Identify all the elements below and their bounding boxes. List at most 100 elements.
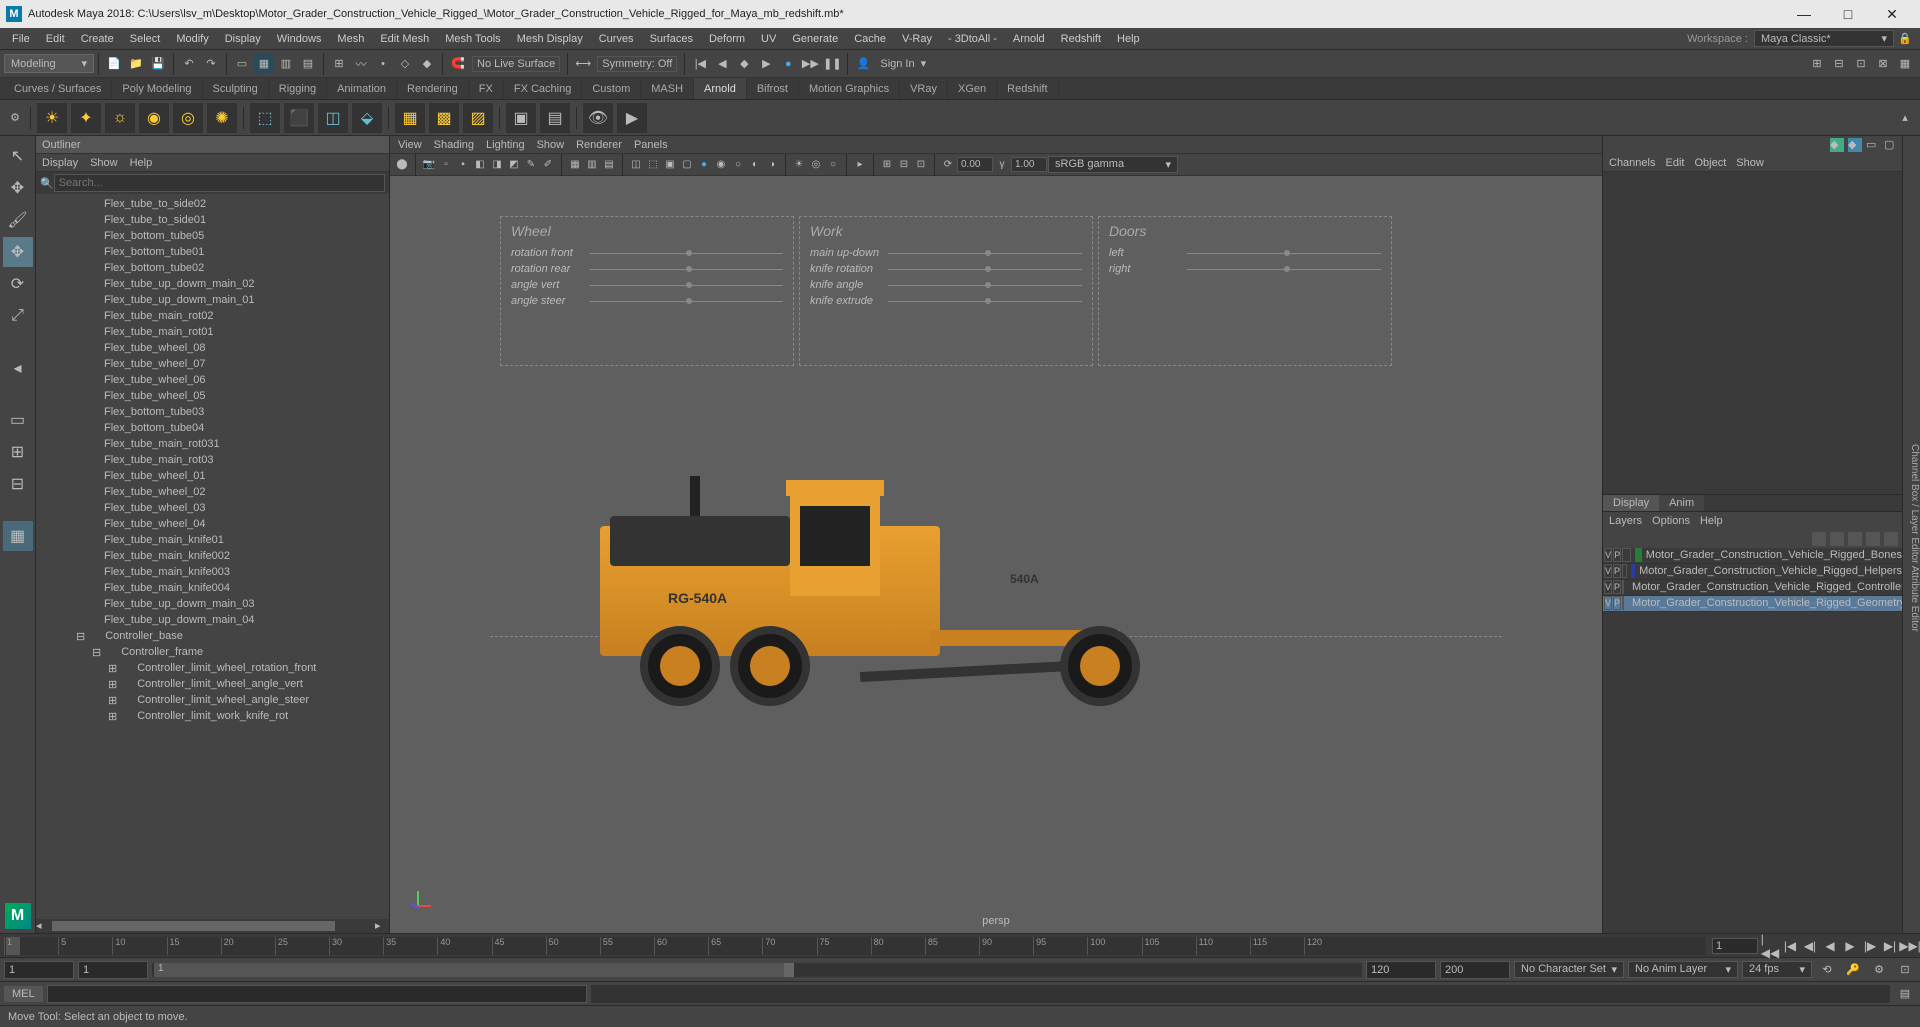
mesh-icon-4[interactable]: ⬙ (352, 103, 382, 133)
shelf-tab-vray[interactable]: VRay (900, 78, 948, 99)
tree-item[interactable]: Flex_tube_wheel_02 (36, 484, 389, 500)
layers-menu-options[interactable]: Options (1652, 515, 1690, 527)
playback-next-icon[interactable]: ▶ (756, 54, 776, 74)
command-input[interactable] (47, 985, 587, 1003)
step-fwd-button[interactable]: |▶ (1861, 937, 1879, 955)
ctrl-slider-rotation-rear[interactable]: rotation rear (511, 263, 783, 275)
tree-item[interactable]: Flex_tube_main_rot03 (36, 452, 389, 468)
tree-item[interactable]: ⊟Controller_frame (36, 644, 389, 660)
playback-rec-icon[interactable]: ● (778, 54, 798, 74)
playback-play-icon[interactable]: ▶▶ (800, 54, 820, 74)
range-slider[interactable]: 1 (152, 963, 1362, 977)
workspace-dropdown[interactable]: Maya Classic*▾ (1754, 30, 1894, 47)
time-slider[interactable]: 1510152025303540455055606570758085909510… (0, 933, 1920, 957)
maximize-button[interactable]: □ (1826, 0, 1870, 28)
menu-select[interactable]: Select (122, 33, 169, 45)
menu-create[interactable]: Create (73, 33, 122, 45)
ctrl-slider-right[interactable]: right (1109, 263, 1381, 275)
shelf-tab-fx[interactable]: FX (469, 78, 504, 99)
vp-ico-7[interactable]: ✎ (523, 157, 539, 173)
tree-item[interactable]: Flex_tube_up_dowm_main_03 (36, 596, 389, 612)
view-icon-1[interactable]: 👁 (583, 103, 613, 133)
shelf-tab-rigging[interactable]: Rigging (269, 78, 327, 99)
mesh-icon-3[interactable]: ◫ (318, 103, 348, 133)
layer-new-empty-icon[interactable] (1866, 532, 1880, 546)
fx-icon-2[interactable]: ▩ (429, 103, 459, 133)
outliner-menu-show[interactable]: Show (90, 157, 118, 169)
snap-plane-icon[interactable]: ◇ (395, 54, 415, 74)
symmetry-field[interactable]: Symmetry: Off (597, 56, 677, 72)
tree-item[interactable]: Flex_tube_to_side01 (36, 212, 389, 228)
vp-ico-19[interactable]: ◐ (747, 157, 763, 173)
step-back-button[interactable]: ◀| (1801, 937, 1819, 955)
menu-mesh-tools[interactable]: Mesh Tools (437, 33, 508, 45)
paint-tool-icon[interactable]: 🖌 (3, 205, 33, 235)
vp-ico-10[interactable]: ▥ (584, 157, 600, 173)
vp-ico-2[interactable]: ▫ (438, 157, 454, 173)
light-icon-3[interactable]: ☼ (105, 103, 135, 133)
render-icon-1[interactable]: ▣ (506, 103, 536, 133)
tree-item[interactable]: Flex_tube_wheel_03 (36, 500, 389, 516)
layout-four-icon[interactable]: ⊞ (3, 437, 33, 467)
vp-ico-27[interactable]: ⊡ (913, 157, 929, 173)
ctrl-slider-angle-vert[interactable]: angle vert (511, 279, 783, 291)
layer-move-top-icon[interactable] (1848, 532, 1862, 546)
ctrl-slider-knife-extrude[interactable]: knife extrude (810, 295, 1082, 307)
tree-item[interactable]: Flex_tube_up_dowm_main_04 (36, 612, 389, 628)
layer-move-up-icon[interactable] (1812, 532, 1826, 546)
cb-icon-1[interactable]: ◆ (1830, 138, 1844, 152)
tree-item[interactable]: Flex_tube_main_rot02 (36, 308, 389, 324)
tree-item[interactable]: Flex_tube_wheel_06 (36, 372, 389, 388)
layers-menu-layers[interactable]: Layers (1609, 515, 1642, 527)
cb-menu-channels[interactable]: Channels (1609, 157, 1655, 169)
tab-anim[interactable]: Anim (1659, 495, 1704, 511)
playback-start-icon[interactable]: |◀ (690, 54, 710, 74)
shelf-tab-animation[interactable]: Animation (327, 78, 397, 99)
current-frame-field[interactable]: 1 (1712, 938, 1758, 954)
menu-uv[interactable]: UV (753, 33, 784, 45)
cb-icon-2[interactable]: ◆ (1848, 138, 1862, 152)
menu-mesh[interactable]: Mesh (329, 33, 372, 45)
vp-ico-25[interactable]: ⊞ (879, 157, 895, 173)
tree-item[interactable]: Flex_tube_up_dowm_main_01 (36, 292, 389, 308)
magnet-icon[interactable]: 🧲 (448, 54, 468, 74)
range-end-outer[interactable]: 200 (1440, 961, 1510, 979)
shelf-tab-sculpting[interactable]: Sculpting (203, 78, 269, 99)
vp-ico-23[interactable]: ○ (825, 157, 841, 173)
layout-single-icon[interactable]: ▭ (3, 405, 33, 435)
outliner-menu-display[interactable]: Display (42, 157, 78, 169)
mode-dropdown[interactable]: Modeling▾ (4, 54, 94, 73)
lock-icon[interactable]: 🔒 (1895, 29, 1915, 49)
vp-menu-shading[interactable]: Shading (434, 139, 474, 151)
vp-exposure-field[interactable]: 0.00 (957, 157, 993, 172)
vp-ico-20[interactable]: ◑ (764, 157, 780, 173)
tree-item[interactable]: Flex_bottom_tube04 (36, 420, 389, 436)
snap-live-icon[interactable]: ◆ (417, 54, 437, 74)
undo-icon[interactable]: ↶ (179, 54, 199, 74)
light-icon-1[interactable]: ☀ (37, 103, 67, 133)
ctrl-slider-knife-rotation[interactable]: knife rotation (810, 263, 1082, 275)
vp-gamma-field[interactable]: 1.00 (1011, 157, 1047, 172)
fx-icon-1[interactable]: ▦ (395, 103, 425, 133)
tree-item[interactable]: Flex_tube_wheel_04 (36, 516, 389, 532)
menu-redshift[interactable]: Redshift (1053, 33, 1109, 45)
tree-item[interactable]: Flex_tube_wheel_08 (36, 340, 389, 356)
menu-edit-mesh[interactable]: Edit Mesh (372, 33, 437, 45)
character-set-dropdown[interactable]: No Character Set▾ (1514, 961, 1624, 978)
chevron-down-icon[interactable]: ▾ (921, 57, 927, 70)
cb-menu-show[interactable]: Show (1736, 157, 1764, 169)
vp-ico-26[interactable]: ⊟ (896, 157, 912, 173)
vp-menu-panels[interactable]: Panels (634, 139, 668, 151)
layer-row[interactable]: VPMotor_Grader_Construction_Vehicle_Rigg… (1603, 564, 1902, 580)
layout-icon-1[interactable]: ⊞ (1807, 54, 1827, 74)
vp-menu-view[interactable]: View (398, 139, 422, 151)
next-key-button[interactable]: ▶| (1881, 937, 1899, 955)
fx-icon-3[interactable]: ▨ (463, 103, 493, 133)
select-tool-icon[interactable]: ↖ (3, 141, 33, 171)
tree-item[interactable]: Flex_bottom_tube03 (36, 404, 389, 420)
tree-item[interactable]: Flex_tube_to_side02 (36, 196, 389, 212)
playback-pause-icon[interactable]: ❚❚ (822, 54, 842, 74)
shelf-up-icon[interactable]: ▴ (1895, 108, 1915, 128)
layer-move-down-icon[interactable] (1830, 532, 1844, 546)
shelf-tab-xgen[interactable]: XGen (948, 78, 997, 99)
